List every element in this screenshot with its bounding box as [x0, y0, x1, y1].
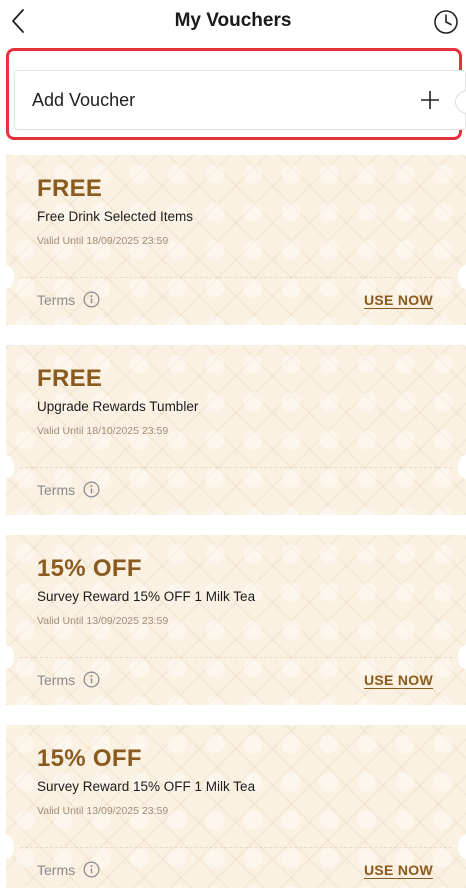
- add-voucher-button[interactable]: Add Voucher: [14, 70, 466, 130]
- use-now-button[interactable]: USE NOW: [364, 292, 433, 308]
- terms-label: Terms: [37, 671, 76, 688]
- terms-label: Terms: [37, 291, 76, 308]
- voucher-headline: 15% OFF: [37, 555, 142, 582]
- info-icon: [83, 291, 100, 308]
- history-button[interactable]: [432, 8, 460, 36]
- card-notch: [0, 835, 14, 859]
- use-now-button[interactable]: USE NOW: [364, 862, 433, 878]
- plus-icon: [421, 91, 439, 109]
- card-notch: [458, 835, 466, 859]
- terms-label: Terms: [37, 861, 76, 878]
- voucher-card[interactable]: FREE Upgrade Rewards Tumbler Valid Until…: [0, 345, 466, 515]
- voucher-name: Upgrade Rewards Tumbler: [37, 399, 199, 414]
- voucher-name: Free Drink Selected Items: [37, 209, 194, 224]
- card-notch: [455, 90, 466, 114]
- clock-icon: [434, 10, 458, 34]
- voucher-validity: Valid Until 18/10/2025 23:59: [37, 425, 169, 437]
- voucher-divider: [20, 467, 452, 468]
- voucher-validity: Valid Until 13/09/2025 23:59: [37, 615, 169, 627]
- terms-link[interactable]: Terms: [37, 861, 100, 878]
- top-bar: My Vouchers: [0, 0, 466, 44]
- voucher-validity: Valid Until 13/09/2025 23:59: [37, 805, 169, 817]
- card-notch: [0, 265, 14, 289]
- card-notch: [0, 645, 14, 669]
- voucher-name: Survey Reward 15% OFF 1 Milk Tea: [37, 779, 256, 794]
- terms-link[interactable]: Terms: [37, 291, 100, 308]
- use-now-button[interactable]: USE NOW: [364, 672, 433, 688]
- terms-link[interactable]: Terms: [37, 481, 100, 498]
- voucher-headline: 15% OFF: [37, 745, 142, 772]
- terms-link[interactable]: Terms: [37, 671, 100, 688]
- add-voucher-label: Add Voucher: [32, 90, 136, 110]
- card-notch: [458, 645, 466, 669]
- card-notch: [458, 265, 466, 289]
- voucher-validity: Valid Until 18/09/2025 23:59: [37, 235, 169, 247]
- info-icon: [83, 671, 100, 688]
- voucher-headline: FREE: [37, 365, 103, 392]
- voucher-card[interactable]: 15% OFF Survey Reward 15% OFF 1 Milk Tea…: [0, 535, 466, 705]
- terms-label: Terms: [37, 481, 76, 498]
- info-icon: [83, 481, 100, 498]
- voucher-name: Survey Reward 15% OFF 1 Milk Tea: [37, 589, 256, 604]
- card-notch: [0, 455, 14, 479]
- voucher-headline: FREE: [37, 175, 103, 202]
- page-title: My Vouchers: [174, 10, 292, 31]
- voucher-divider: [20, 277, 452, 278]
- voucher-divider: [20, 847, 452, 848]
- info-icon: [83, 861, 100, 878]
- voucher-card[interactable]: 15% OFF Survey Reward 15% OFF 1 Milk Tea…: [0, 725, 466, 888]
- card-notch: [458, 455, 466, 479]
- voucher-divider: [20, 657, 452, 658]
- voucher-card[interactable]: FREE Free Drink Selected Items Valid Unt…: [0, 155, 466, 325]
